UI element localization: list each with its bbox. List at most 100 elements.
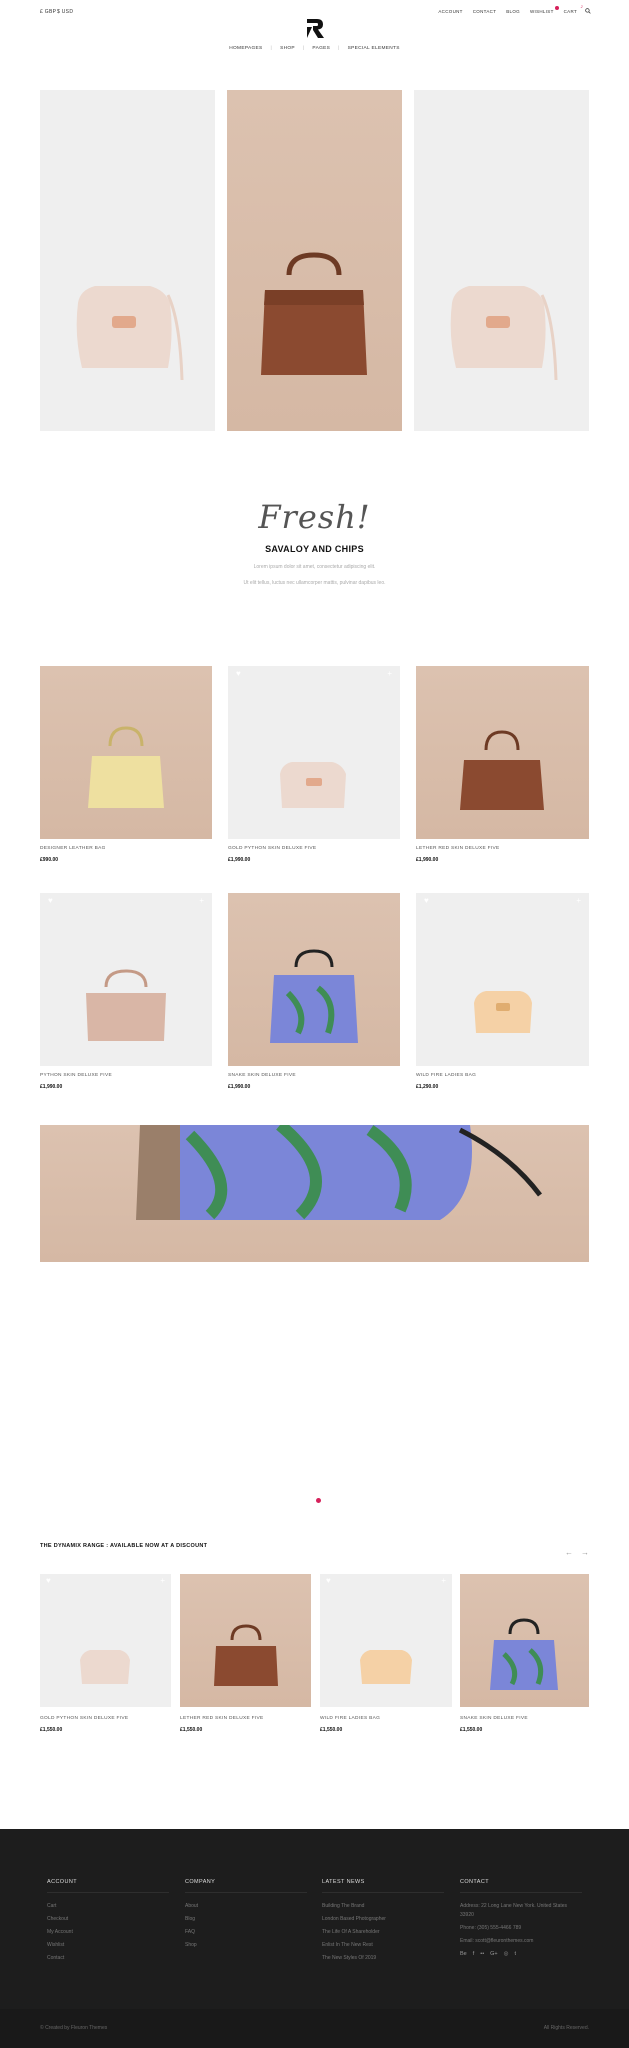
gallery-image-1[interactable] [40, 90, 215, 431]
heart-icon[interactable]: ♥ [236, 669, 241, 678]
product-name[interactable]: GOLD PYTHON SKIN DELUXE FIVE [228, 846, 316, 851]
nav-pages[interactable]: PAGES [312, 46, 330, 51]
pink-bag-image [80, 1650, 130, 1684]
search-icon[interactable] [585, 8, 591, 14]
account-link[interactable]: ACCOUNT [438, 9, 462, 14]
range-product-price: £1,550.00 [180, 1727, 203, 1733]
product-name[interactable]: PYTHON SKIN DELUXE FIVE [40, 1073, 112, 1078]
nav-special-elements[interactable]: SPECIAL ELEMENTS [348, 46, 400, 51]
product-image[interactable] [228, 893, 400, 1066]
footer-link[interactable]: Blog [185, 1916, 307, 1922]
heart-icon[interactable]: ♥ [424, 896, 429, 905]
nav-separator: | [338, 46, 340, 51]
footer-link[interactable]: FAQ [185, 1929, 307, 1935]
product-price: £1,990.00 [40, 1084, 63, 1090]
range-product-name[interactable]: SNAKE SKIN DELUXE FIVE [460, 1716, 528, 1721]
contact-link[interactable]: CONTACT [473, 9, 497, 14]
product-price: £1,990.00 [416, 857, 439, 863]
range-product-name[interactable]: GOLD PYTHON SKIN DELUXE FIVE [40, 1716, 128, 1721]
promo-banner[interactable] [40, 1125, 589, 1262]
wishlist-label: WISHLIST [529, 9, 554, 14]
pink-bag-image [280, 762, 346, 808]
range-product-image[interactable]: ♥ + [40, 1574, 171, 1707]
slider-pager-dot[interactable] [316, 1498, 321, 1503]
gallery-image-2[interactable] [227, 90, 402, 431]
top-links: ACCOUNT CONTACT BLOG WISHLIST CART 2 [438, 5, 583, 14]
product-image[interactable]: ♥ + [40, 893, 212, 1066]
feature-title: SAVALOY AND CHIPS [265, 544, 364, 554]
heart-icon[interactable]: ♥ [46, 1576, 51, 1585]
footer-link[interactable]: Shop [185, 1942, 307, 1948]
footer-link[interactable]: Checkout [47, 1916, 169, 1922]
range-product-name[interactable]: LETHER RED SKIN DELUXE FIVE [180, 1716, 264, 1721]
heart-icon[interactable]: ♥ [326, 1576, 331, 1585]
footer-link[interactable]: Contact [47, 1955, 169, 1961]
range-product-image[interactable]: ♥ + [320, 1574, 452, 1707]
product-image[interactable]: ♥ + [416, 893, 589, 1066]
footer-link[interactable]: Wishlist [47, 1942, 169, 1948]
range-product-image[interactable] [460, 1574, 589, 1707]
contact-phone: Phone: (305) 555-4466 789 [460, 1925, 522, 1931]
pink-bag-image [450, 286, 558, 381]
product-image[interactable] [416, 666, 589, 839]
plus-icon[interactable]: + [576, 896, 581, 905]
footer-heading: LATEST NEWS [322, 1879, 444, 1893]
product-name[interactable]: WILD FIRE LADIES BAG [416, 1073, 476, 1078]
plus-icon[interactable]: + [441, 1576, 446, 1585]
nav-shop[interactable]: SHOP [280, 46, 295, 51]
footer-link[interactable]: The New Styles Of 2019 [322, 1955, 444, 1961]
cart-count: 2 [580, 5, 583, 9]
google-plus-icon[interactable]: G+ [490, 1951, 498, 1957]
footer-link[interactable]: London Based Photographer [322, 1916, 444, 1922]
nav-separator: | [302, 46, 305, 51]
cart-label: CART [563, 9, 577, 14]
rights-text: All Rights Reserved. [543, 2025, 589, 2031]
plus-icon[interactable]: + [160, 1576, 165, 1585]
product-price: £1,990.00 [228, 1084, 251, 1090]
wishlist-link[interactable]: WISHLIST [529, 6, 559, 14]
facebook-icon[interactable]: f [473, 1951, 475, 1957]
heart-icon[interactable]: ♥ [48, 896, 53, 905]
twitter-icon[interactable]: t [514, 1951, 516, 1957]
behance-icon[interactable]: Be [460, 1951, 467, 1957]
footer-link[interactable]: Building The Brand [322, 1903, 444, 1909]
product-name[interactable]: LETHER RED SKIN DELUXE FIVE [416, 846, 500, 851]
arrow-left-icon[interactable]: ← [565, 1548, 573, 1557]
product-name[interactable]: SNAKE SKIN DELUXE FIVE [228, 1073, 296, 1078]
footer-link[interactable]: About [185, 1903, 307, 1909]
arrow-right-icon[interactable]: → [581, 1548, 589, 1557]
yellow-bag-image [88, 726, 164, 808]
range-product-price: £1,550.00 [460, 1727, 483, 1733]
flickr-icon[interactable]: •• [480, 1951, 484, 1957]
product-image[interactable]: ♥ + [228, 666, 400, 839]
range-product-name[interactable]: WILD FIRE LADIES BAG [320, 1716, 380, 1721]
footer-link[interactable]: My Account [47, 1929, 169, 1935]
currency-usd[interactable]: $ USD [57, 9, 73, 15]
brown-bag-image [214, 1624, 278, 1686]
footer-link[interactable]: The Life Of A Shareholder [322, 1929, 444, 1935]
footer-bottom: © Created by Fleuron Themes All Rights R… [0, 2009, 629, 2048]
blog-link[interactable]: BLOG [506, 9, 520, 14]
footer-link[interactable]: Cart [47, 1903, 169, 1909]
logo[interactable] [305, 17, 325, 39]
contact-email[interactable]: Email: scott@fleuronthemes.com [460, 1938, 582, 1944]
product-price: £1,290.00 [416, 1084, 439, 1090]
cart-link[interactable]: CART 2 [563, 5, 583, 14]
main-nav: HOMEPAGES | SHOP | PAGES | SPECIAL ELEMENTS [0, 46, 629, 51]
nav-homepages[interactable]: HOMEPAGES [229, 46, 262, 51]
rose-bag-image [86, 969, 166, 1041]
product-image[interactable] [40, 666, 212, 839]
range-product-price: £1,550.00 [40, 1727, 63, 1733]
peach-bag-image [360, 1650, 412, 1684]
product-price: £990.00 [40, 857, 59, 863]
currency-gbp[interactable]: £ GBP [40, 9, 56, 15]
plus-icon[interactable]: + [199, 896, 204, 905]
product-name[interactable]: DESIGNER LEATHER BAG [40, 846, 106, 851]
contact-zip: 33920 [460, 1912, 474, 1918]
instagram-icon[interactable]: ◎ [504, 1951, 509, 1957]
footer-news: LATEST NEWS Building The Brand London Ba… [322, 1879, 444, 1968]
gallery-image-3[interactable] [414, 90, 589, 431]
range-product-image[interactable] [180, 1574, 311, 1707]
footer-link[interactable]: Enlist In The New Rest [322, 1942, 444, 1948]
plus-icon[interactable]: + [387, 669, 392, 678]
